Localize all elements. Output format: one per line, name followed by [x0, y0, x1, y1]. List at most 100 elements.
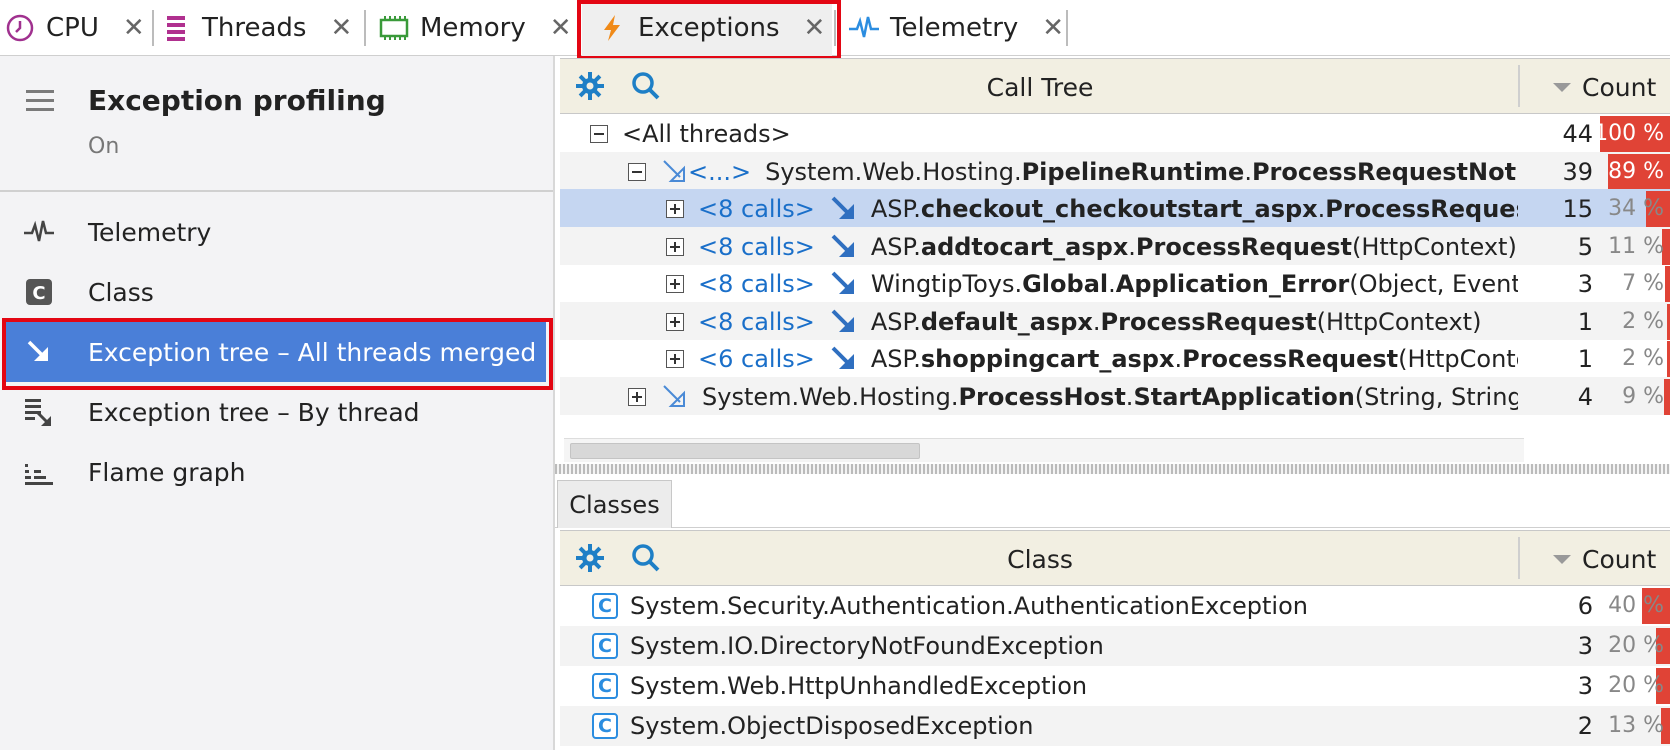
percent-bar	[1664, 378, 1670, 415]
expand-icon[interactable]	[666, 312, 684, 331]
class-name: System.ObjectDisposedException	[630, 712, 1034, 740]
call-tree-row[interactable]: <8 calls> ASP. default_aspx. ProcessRequest…	[560, 301, 1670, 342]
lightning-icon	[596, 12, 628, 44]
memory-chip-icon	[378, 12, 410, 44]
percent-bar	[1665, 266, 1670, 302]
tree-by-thread-icon	[22, 395, 56, 429]
tab-label: CPU	[46, 13, 99, 43]
tab-classes[interactable]: Classes	[557, 480, 672, 528]
calls-link[interactable]: <8 calls>	[698, 233, 815, 261]
sidebar-item-class[interactable]: C Class	[0, 262, 553, 322]
expand-icon[interactable]	[666, 350, 684, 368]
class-row[interactable]: C System.Web.HttpUnhandledException 3 20 %	[560, 666, 1670, 706]
percent-cell: 9 %	[1600, 378, 1670, 415]
calls-link[interactable]: <8 calls>	[698, 308, 815, 336]
arrow-down-right-icon	[829, 194, 859, 224]
sidebar-item-exception-tree-all-threads[interactable]: Exception tree – All threads merged	[4, 322, 546, 382]
close-icon[interactable]: ✕	[550, 13, 572, 43]
tab-label: Threads	[202, 13, 307, 43]
calls-link[interactable]: <8 calls>	[698, 195, 815, 223]
call-tree-header: Call Tree Count	[560, 58, 1670, 114]
tab-exceptions[interactable]: Exceptions ✕	[582, 0, 832, 56]
call-tree-row[interactable]: <8 calls> ASP. checkout_checkoutstart_aspx…	[560, 189, 1670, 227]
method-name-part: .	[1244, 157, 1252, 186]
sort-descending-icon[interactable]	[1553, 555, 1571, 564]
tab-threads[interactable]: Threads ✕	[160, 0, 352, 56]
column-divider[interactable]	[1518, 537, 1520, 579]
close-icon[interactable]: ✕	[123, 13, 145, 43]
tab-label: Exceptions	[638, 13, 780, 43]
tab-cpu[interactable]: CPU ✕	[4, 0, 145, 56]
class-name: System.IO.DirectoryNotFoundException	[630, 632, 1104, 660]
class-node: C System.IO.DirectoryNotFoundException	[560, 626, 1518, 666]
method-name-part: .	[1128, 232, 1136, 261]
method-name-part: (HttpContext)	[1351, 232, 1517, 261]
tab-telemetry[interactable]: Telemetry ✕	[848, 0, 1064, 56]
percent-value: 40 %	[1608, 593, 1664, 618]
percent-value: 11 %	[1608, 233, 1664, 259]
tab-separator	[1066, 10, 1068, 46]
call-tree-row[interactable]: <8 calls> WingtipToys. Global. Application_…	[560, 264, 1670, 302]
class-row[interactable]: C System.ObjectDisposedException 2 13 %	[560, 706, 1670, 746]
percent-value: 2 %	[1622, 308, 1664, 334]
column-divider[interactable]	[1518, 65, 1520, 107]
class-icon: C	[592, 673, 618, 699]
sidebar-item-exception-tree-by-thread[interactable]: Exception tree – By thread	[0, 382, 553, 442]
percent-cell: 2 %	[1600, 341, 1670, 377]
close-icon[interactable]: ✕	[330, 13, 352, 43]
class-row[interactable]: C System.IO.DirectoryNotFoundException 3 20…	[560, 626, 1670, 666]
sidebar-item-flame-graph[interactable]: Flame graph	[0, 442, 553, 502]
percent-cell: 7 %	[1600, 266, 1670, 302]
count-value: 6	[1577, 592, 1593, 620]
close-icon[interactable]: ✕	[804, 13, 826, 43]
calls-link[interactable]: <...>	[688, 158, 751, 186]
expand-icon[interactable]	[666, 200, 684, 218]
expand-icon[interactable]	[666, 237, 684, 256]
call-tree-row[interactable]: System.Web.Hosting. ProcessHost. StartAppl…	[560, 376, 1670, 417]
panel-splitter[interactable]	[555, 464, 1670, 474]
sidebar-header: Exception profiling On	[0, 56, 553, 192]
expand-icon[interactable]	[628, 387, 646, 406]
node-label: <All threads>	[622, 120, 791, 148]
count-column-header[interactable]: Count	[1582, 545, 1656, 574]
call-tree-row[interactable]: <6 calls> ASP. shoppingcart_aspx. ProcessRe…	[560, 339, 1670, 377]
class-row[interactable]: C System.Security.Authentication.Authenti…	[560, 586, 1670, 626]
call-tree-node: System.Web.Hosting. ProcessHost. StartAppl…	[560, 377, 1518, 417]
percent-cell: 11 %	[1600, 228, 1670, 265]
scrollbar-thumb[interactable]	[570, 443, 920, 459]
sidebar-title: Exception profiling	[88, 84, 386, 117]
method-name-part: .	[1125, 382, 1134, 411]
profiling-status: On	[88, 134, 120, 159]
hamburger-menu-icon[interactable]	[26, 90, 54, 112]
collapse-icon[interactable]	[628, 162, 646, 181]
class-column-header[interactable]: Class	[560, 545, 1520, 574]
method-name-part: Application_Error	[1115, 270, 1350, 298]
count-value: 39	[1562, 157, 1593, 186]
method-name-part: (HttpConte	[1398, 345, 1518, 373]
call-tree-node: <8 calls> ASP. default_aspx. ProcessRequest…	[560, 302, 1518, 342]
percent-cell: 2 %	[1600, 303, 1670, 340]
expand-icon[interactable]	[666, 275, 684, 293]
call-tree-row[interactable]: <...> System.Web.Hosting. PipelineRuntime.…	[560, 151, 1670, 190]
percent-value: 2 %	[1622, 346, 1664, 371]
calls-link[interactable]: <8 calls>	[698, 270, 815, 298]
sidebar-item-telemetry[interactable]: Telemetry	[0, 202, 553, 262]
method-name-part: .	[1108, 270, 1116, 298]
percent-value: 7 %	[1622, 271, 1664, 296]
call-tree-row[interactable]: <All threads> 44 100 %	[560, 114, 1670, 152]
tab-label: Memory	[420, 13, 526, 43]
calls-link[interactable]: <6 calls>	[698, 345, 815, 373]
sort-descending-icon[interactable]	[1553, 83, 1571, 92]
count-column-header[interactable]: Count	[1582, 73, 1656, 102]
call-tree-node: <All threads>	[560, 114, 1518, 154]
percent-cell: 100 %	[1594, 116, 1670, 152]
horizontal-scrollbar[interactable]	[564, 438, 1524, 462]
call-tree-row[interactable]: <8 calls> ASP. addtocart_aspx. ProcessReque…	[560, 226, 1670, 265]
collapse-icon[interactable]	[590, 125, 608, 143]
classes-tab-bar: Classes	[555, 478, 1670, 528]
close-icon[interactable]: ✕	[1042, 13, 1064, 43]
call-tree-column-header[interactable]: Call Tree	[560, 73, 1520, 102]
tab-memory[interactable]: Memory ✕	[378, 0, 572, 56]
classes-panel: Class Count C System.Security.Authenticat…	[560, 530, 1670, 750]
percent-value: 100 %	[1594, 121, 1664, 146]
